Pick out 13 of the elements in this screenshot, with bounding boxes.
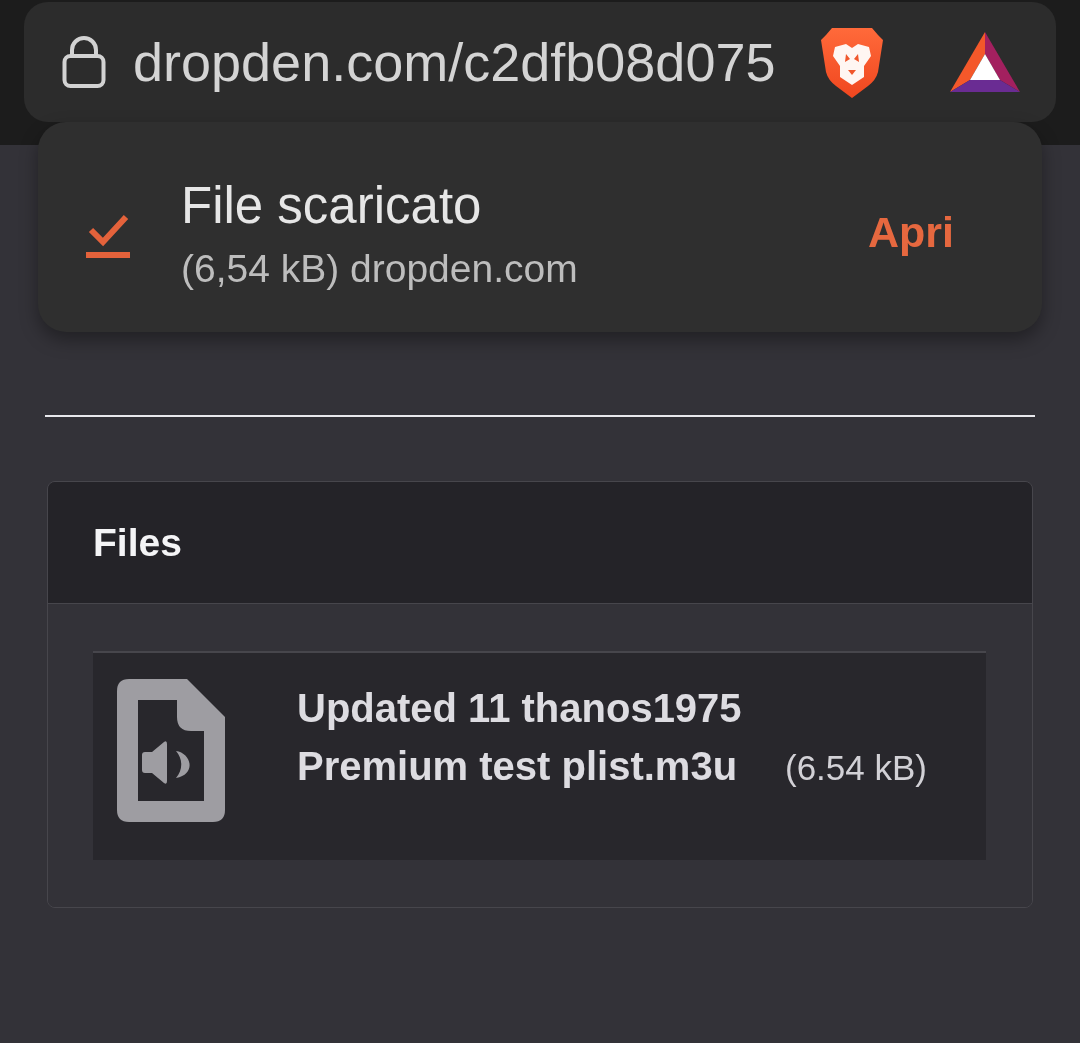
file-size: (6.54 kB) bbox=[785, 748, 927, 787]
notice-detail: (6,54 kB) dropden.com bbox=[181, 246, 579, 292]
file-name: Updated 11 thanos1975 Premium test plist.m3u bbox=[297, 685, 743, 790]
open-button[interactable]: Apri bbox=[842, 203, 980, 261]
audio-file-icon bbox=[117, 679, 225, 822]
notice-title: File scaricato bbox=[181, 176, 483, 236]
triangle-icon[interactable] bbox=[950, 32, 1020, 92]
lock-icon bbox=[62, 36, 106, 88]
url-text: dropden.com/c2dfb08d075 bbox=[133, 31, 776, 94]
lion-shield-icon[interactable] bbox=[820, 25, 884, 99]
address-bar[interactable]: dropden.com/c2dfb08d075 bbox=[24, 2, 1056, 122]
card-title: Files bbox=[93, 520, 182, 565]
file-item[interactable]: Updated 11 thanos1975 Premium test plist.m3u (6.54 kB) bbox=[93, 651, 986, 860]
